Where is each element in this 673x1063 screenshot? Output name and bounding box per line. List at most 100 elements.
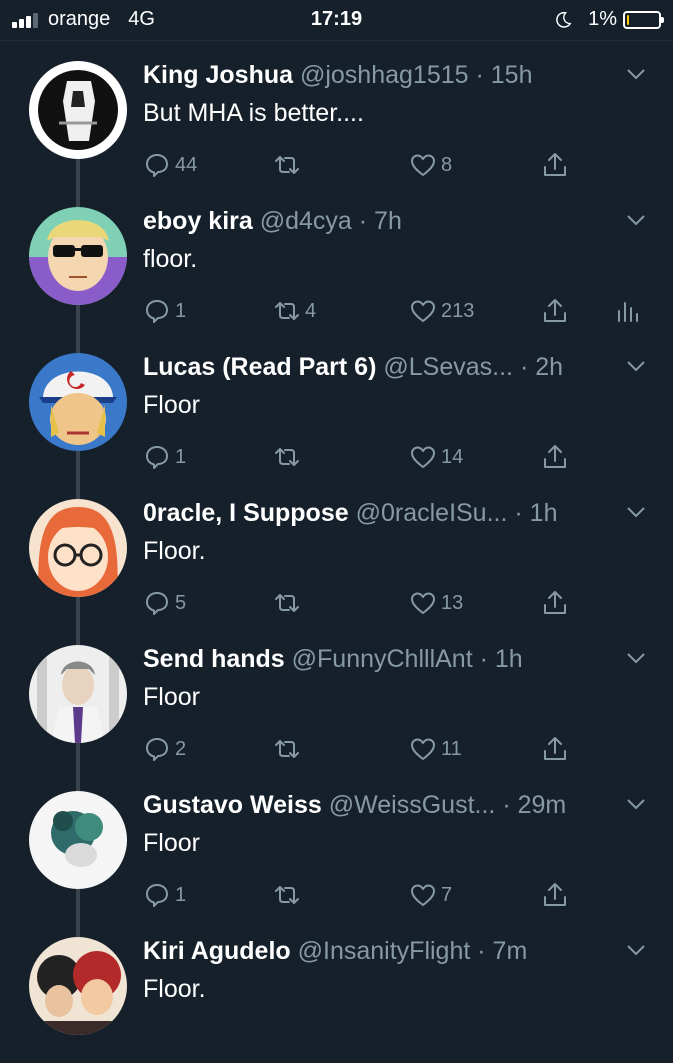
chevron-down-icon[interactable] [626,67,646,81]
reply-count: 1 [175,445,187,468]
display-name[interactable]: Kiri Agudelo [143,937,291,965]
reply-icon [146,446,168,469]
reply-icon [146,154,168,177]
tweet-text: Floor [143,829,200,857]
tweet-header: Gustavo Weiss @WeissGust... · 29m [143,789,613,821]
chevron-down-icon[interactable] [626,213,646,227]
share-button[interactable] [541,879,569,911]
like-count: 8 [441,153,453,176]
display-name[interactable]: Lucas (Read Part 6) [143,353,376,381]
reply-button[interactable]: 44 [143,149,197,181]
user-handle[interactable]: @InsanityFlight [298,937,471,965]
thread-connector [76,917,80,937]
tweet-time: · 7m [477,937,528,965]
chevron-down-icon[interactable] [626,797,646,811]
like-count: 13 [441,591,464,614]
tweet-2[interactable]: eboy kira @d4cya · 7h floor. 1 4 213 [0,187,673,353]
analytics-icon [618,302,638,322]
heart-icon [411,738,435,760]
tweet-1[interactable]: King Joshua @joshhag1515 · 15h But MHA i… [0,41,673,207]
tweet-7[interactable]: Kiri Agudelo @InsanityFlight · 7m Floor. [0,917,673,1063]
like-count: 11 [441,737,462,760]
tweet-5[interactable]: Send hands @FunnyChlllAnt · 1h Floor 2 1… [0,625,673,791]
like-count: 14 [441,445,464,468]
tweet-time: · 2h [519,353,564,381]
tweet-header: Kiri Agudelo @InsanityFlight · 7m [143,935,613,967]
retweet-button[interactable] [273,733,305,765]
chevron-down-icon[interactable] [626,943,646,957]
heart-icon [411,446,435,468]
share-button[interactable] [541,295,569,327]
share-button[interactable] [541,149,569,181]
reply-button[interactable]: 2 [143,733,186,765]
retweet-icon [275,740,299,758]
display-name[interactable]: Send hands [143,645,285,673]
tweet-time: · 15h [475,61,533,89]
avatar[interactable] [29,353,127,451]
tweet-header: Lucas (Read Part 6) @LSevas... · 2h [143,351,613,383]
share-button[interactable] [541,441,569,473]
retweet-button[interactable] [273,587,305,619]
share-icon [544,737,566,760]
tweet-text: Floor [143,391,200,419]
heart-icon [411,154,435,176]
tweet-text: Floor. [143,537,206,565]
like-button[interactable]: 7 [409,879,452,911]
user-handle[interactable]: @FunnyChlllAnt [292,645,473,673]
tweet-actions: 1 4 213 [143,295,663,327]
like-button[interactable]: 11 [409,733,462,765]
chevron-down-icon[interactable] [626,505,646,519]
reply-button[interactable]: 1 [143,879,186,911]
retweet-icon [275,886,299,904]
chevron-down-icon[interactable] [626,651,646,665]
like-button[interactable]: 14 [409,441,463,473]
display-name[interactable]: eboy kira [143,207,253,235]
user-handle[interactable]: @LSevas... [383,353,513,381]
avatar[interactable] [29,791,127,889]
retweet-button[interactable] [273,879,305,911]
tweet-actions: 44 8 [143,149,663,181]
tweet-actions: 1 7 [143,879,663,911]
avatar[interactable] [29,207,127,305]
like-button[interactable]: 213 [409,295,474,327]
like-count: 213 [441,299,475,322]
reply-icon [146,300,168,323]
retweet-button[interactable] [273,441,305,473]
display-name[interactable]: King Joshua [143,61,293,89]
like-button[interactable]: 13 [409,587,463,619]
retweet-icon [275,302,299,320]
reply-button[interactable]: 1 [143,295,186,327]
avatar[interactable] [29,645,127,743]
reply-button[interactable]: 5 [143,587,186,619]
share-icon [544,299,566,322]
analytics-button[interactable] [613,295,641,327]
moon-icon [556,11,572,28]
reply-icon [146,738,168,761]
avatar[interactable] [29,61,127,159]
user-handle[interactable]: @d4cya [260,207,352,235]
tweet-4[interactable]: 0racle, I Suppose @0racleISu... · 1h Flo… [0,479,673,645]
reply-icon [146,592,168,615]
user-handle[interactable]: @0racleISu... [356,499,508,527]
user-handle[interactable]: @joshhag1515 [300,61,469,89]
like-button[interactable]: 8 [409,149,452,181]
retweet-button[interactable] [273,149,305,181]
chevron-down-icon[interactable] [626,359,646,373]
tweet-header: Send hands @FunnyChlllAnt · 1h [143,643,613,675]
avatar[interactable] [29,937,127,1035]
retweet-count: 4 [305,299,317,322]
share-button[interactable] [541,733,569,765]
tweet-3[interactable]: Lucas (Read Part 6) @LSevas... · 2h Floo… [0,333,673,499]
reply-count: 44 [175,153,198,176]
retweet-button[interactable]: 4 [273,295,316,327]
tweet-6[interactable]: Gustavo Weiss @WeissGust... · 29m Floor … [0,771,673,937]
display-name[interactable]: Gustavo Weiss [143,791,322,819]
share-button[interactable] [541,587,569,619]
share-icon [544,153,566,176]
display-name[interactable]: 0racle, I Suppose [143,499,349,527]
user-handle[interactable]: @WeissGust... [329,791,496,819]
reply-button[interactable]: 1 [143,441,186,473]
avatar[interactable] [29,499,127,597]
battery-icon [623,10,664,29]
heart-icon [411,300,435,322]
